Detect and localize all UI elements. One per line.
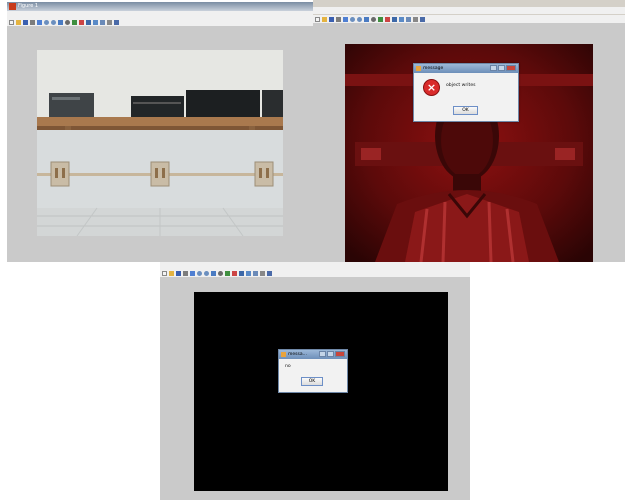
error-message-dialog: message × object writes OK bbox=[413, 63, 519, 122]
figure1-canvas bbox=[7, 26, 318, 262]
edit-plot-icon[interactable] bbox=[190, 270, 195, 276]
window-controls bbox=[318, 351, 345, 357]
pan-icon[interactable] bbox=[58, 19, 63, 25]
open-file-icon[interactable] bbox=[322, 16, 327, 22]
zoom-in-icon[interactable] bbox=[350, 16, 355, 22]
zoom-in-icon[interactable] bbox=[44, 19, 49, 25]
new-figure-icon[interactable] bbox=[162, 270, 167, 276]
rotate-icon[interactable] bbox=[218, 270, 223, 276]
show-plot-tools-icon[interactable] bbox=[267, 270, 272, 276]
java-app-icon bbox=[281, 352, 286, 357]
data-cursor-icon[interactable] bbox=[72, 19, 77, 25]
minimize-icon[interactable] bbox=[319, 351, 326, 357]
zoom-in-icon[interactable] bbox=[197, 270, 202, 276]
java-app-icon bbox=[416, 66, 421, 71]
new-figure-icon[interactable] bbox=[315, 16, 320, 22]
save-icon[interactable] bbox=[329, 16, 334, 22]
hide-plot-tools-icon[interactable] bbox=[260, 270, 265, 276]
data-cursor-icon[interactable] bbox=[378, 16, 383, 22]
print-icon[interactable] bbox=[336, 16, 341, 22]
colorbar-icon[interactable] bbox=[93, 19, 98, 25]
zoom-out-icon[interactable] bbox=[357, 16, 362, 22]
ok-button[interactable]: OK bbox=[453, 106, 478, 115]
pan-icon[interactable] bbox=[211, 270, 216, 276]
figure1-title: Figure 1 bbox=[18, 3, 39, 9]
hide-plot-tools-icon[interactable] bbox=[107, 19, 112, 25]
open-file-icon[interactable] bbox=[16, 19, 21, 25]
zoom-out-icon[interactable] bbox=[51, 19, 56, 25]
figure3-toolbar bbox=[160, 269, 470, 277]
dialog-title-bar[interactable]: messa... bbox=[279, 350, 347, 359]
ok-button[interactable]: OK bbox=[301, 377, 323, 386]
error-icon: × bbox=[423, 79, 440, 96]
brush-icon[interactable] bbox=[79, 19, 84, 25]
brush-icon[interactable] bbox=[385, 16, 390, 22]
figure1-menu-bar: FileEditViewInsertToolsDesktopWindowHelp bbox=[7, 11, 318, 28]
pan-icon[interactable] bbox=[364, 16, 369, 22]
dialog-message: object writes bbox=[446, 83, 476, 88]
rotate-icon[interactable] bbox=[65, 19, 70, 25]
figure1-toolbar bbox=[7, 18, 318, 26]
minimize-icon[interactable] bbox=[490, 65, 497, 71]
figure3-canvas: messa... no OK bbox=[160, 277, 470, 500]
figure1-window: Figure 1 FileEditViewInsertToolsDesktopW… bbox=[7, 2, 318, 262]
data-cursor-icon[interactable] bbox=[225, 270, 230, 276]
figure1-title-bar[interactable]: Figure 1 bbox=[7, 2, 318, 11]
window-controls bbox=[489, 65, 516, 71]
dialog-title-bar[interactable]: message bbox=[414, 64, 518, 73]
colorbar-icon[interactable] bbox=[399, 16, 404, 22]
figure2-toolbar bbox=[313, 15, 625, 23]
link-plot-icon[interactable] bbox=[392, 16, 397, 22]
result-message-dialog: messa... no OK bbox=[278, 349, 348, 393]
maximize-icon[interactable] bbox=[498, 65, 505, 71]
close-icon[interactable] bbox=[335, 351, 345, 357]
figure2-window: FileEditViewInsertToolsDesktopWindowHelp bbox=[313, 0, 625, 262]
dialog-title: messa... bbox=[288, 352, 307, 357]
open-file-icon[interactable] bbox=[169, 270, 174, 276]
rotate-icon[interactable] bbox=[371, 16, 376, 22]
save-icon[interactable] bbox=[23, 19, 28, 25]
edit-plot-icon[interactable] bbox=[37, 19, 42, 25]
legend-icon[interactable] bbox=[100, 19, 105, 25]
webcam-image-shelf bbox=[37, 50, 283, 236]
dialog-title: message bbox=[423, 66, 444, 71]
legend-icon[interactable] bbox=[406, 16, 411, 22]
show-plot-tools-icon[interactable] bbox=[420, 16, 425, 22]
dialog-message: no bbox=[285, 364, 291, 369]
matlab-figure-icon bbox=[9, 3, 16, 10]
close-icon[interactable] bbox=[506, 65, 516, 71]
print-icon[interactable] bbox=[183, 270, 188, 276]
zoom-out-icon[interactable] bbox=[204, 270, 209, 276]
figure2-menu-bar: FileEditViewInsertToolsDesktopWindowHelp bbox=[313, 7, 625, 24]
save-icon[interactable] bbox=[176, 270, 181, 276]
link-plot-icon[interactable] bbox=[239, 270, 244, 276]
figure3-window: FileEditViewInsertToolsDesktopWindowHelp… bbox=[160, 262, 470, 500]
edit-plot-icon[interactable] bbox=[343, 16, 348, 22]
show-plot-tools-icon[interactable] bbox=[114, 19, 119, 25]
brush-icon[interactable] bbox=[232, 270, 237, 276]
maximize-icon[interactable] bbox=[327, 351, 334, 357]
colorbar-icon[interactable] bbox=[246, 270, 251, 276]
hide-plot-tools-icon[interactable] bbox=[413, 16, 418, 22]
print-icon[interactable] bbox=[30, 19, 35, 25]
figure2-canvas: message × object writes OK bbox=[313, 23, 625, 262]
link-plot-icon[interactable] bbox=[86, 19, 91, 25]
legend-icon[interactable] bbox=[253, 270, 258, 276]
new-figure-icon[interactable] bbox=[9, 19, 14, 25]
figure3-menu-bar: FileEditViewInsertToolsDesktopWindowHelp bbox=[160, 262, 470, 279]
